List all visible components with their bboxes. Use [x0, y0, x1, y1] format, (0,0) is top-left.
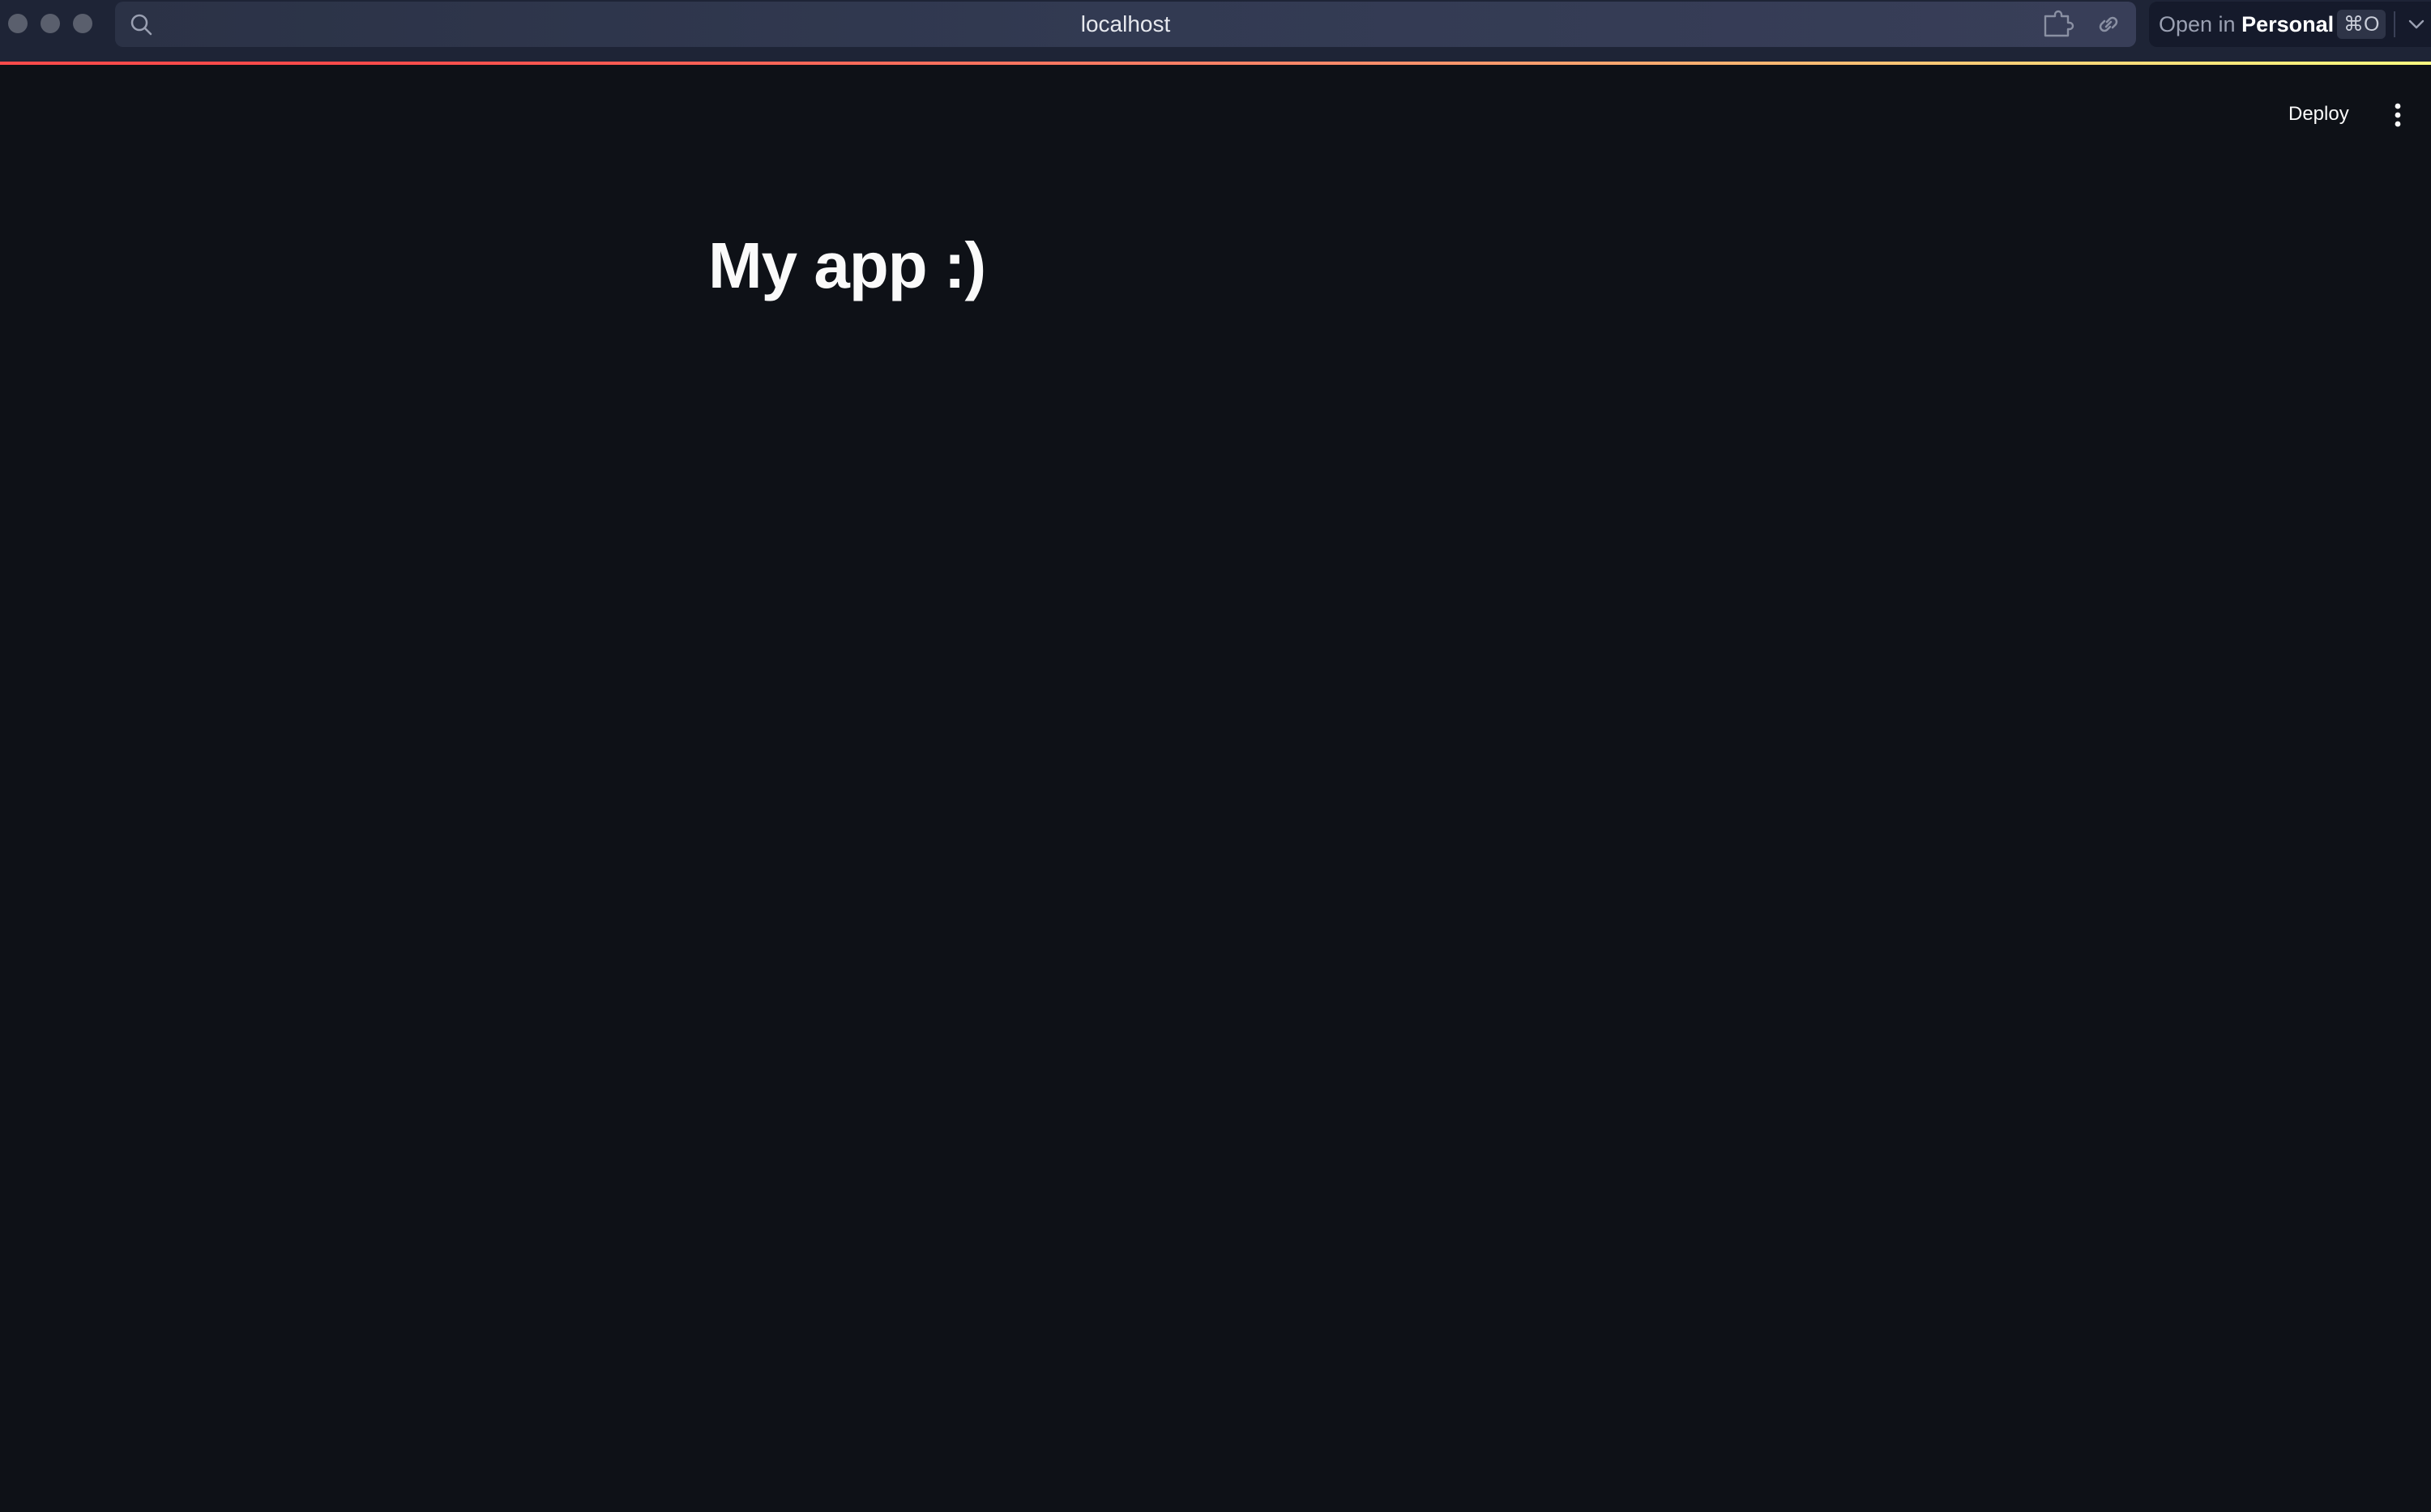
profile-name: Personal — [2241, 12, 2335, 36]
kebab-menu-icon[interactable] — [2386, 99, 2410, 131]
divider — [2394, 11, 2395, 37]
url-text[interactable]: localhost — [115, 2, 2136, 47]
link-icon[interactable] — [2092, 10, 2125, 39]
window-minimize-button[interactable] — [41, 14, 60, 33]
page-title: My app :) — [708, 229, 986, 301]
shortcut-badge: ⌘O — [2337, 10, 2386, 39]
window-close-button[interactable] — [8, 14, 28, 33]
puzzle-icon[interactable] — [2042, 10, 2074, 39]
open-in-profile-button[interactable]: Open in Personal ⌘O — [2149, 2, 2431, 47]
header-decoration-bar — [0, 62, 2431, 65]
browser-toolbar: localhost Open in Personal ⌘O — [0, 0, 2431, 62]
window-zoom-button[interactable] — [73, 14, 92, 33]
open-in-prefix: Open in — [2159, 12, 2236, 36]
address-bar[interactable]: localhost — [115, 2, 2136, 47]
open-in-label: Open in Personal — [2159, 2, 2334, 47]
chevron-down-icon[interactable] — [2405, 13, 2428, 36]
deploy-button[interactable]: Deploy — [2277, 94, 2361, 135]
